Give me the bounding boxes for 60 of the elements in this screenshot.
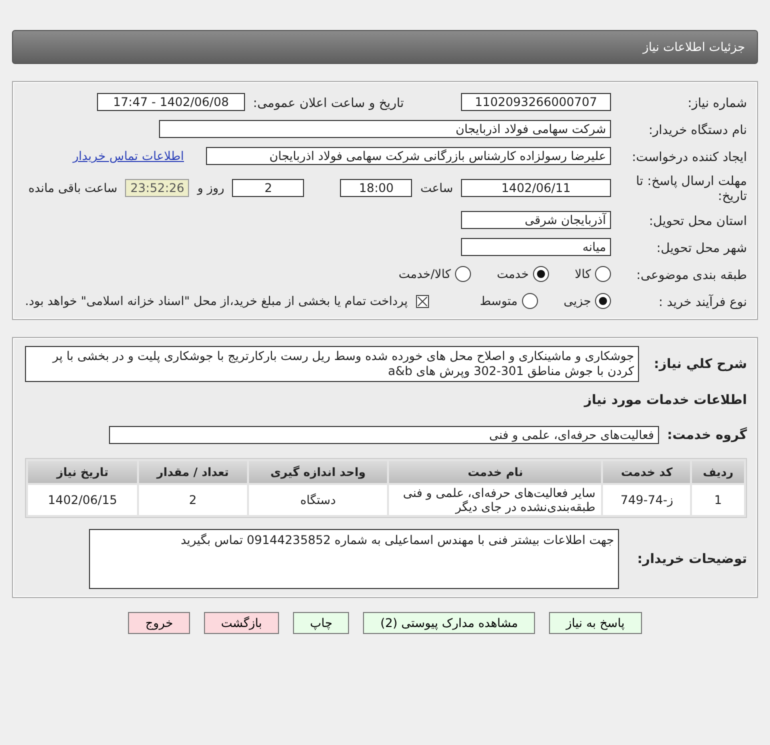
column-header: تاریخ نیاز [28, 461, 138, 483]
radio-label: خدمت [496, 267, 529, 281]
radio-button[interactable] [522, 293, 538, 309]
field-label: ایجاد کننده درخواست: [630, 148, 747, 164]
field-label: طبقه بندی موضوعی: [635, 266, 747, 282]
radio-button[interactable] [532, 266, 549, 282]
radio-label: کالا/خدمت [398, 267, 451, 281]
field-label: شماره نیاز: [686, 94, 747, 110]
action-button[interactable]: مشاهده مدارک پیوستی (2) [363, 612, 535, 634]
requester-field: علیرضا رسولزاده کارشناس بازرگانی شرکت سهامی فولاد اذربایجان [206, 147, 611, 165]
field-label: نام دستگاه خریدار: [648, 122, 747, 136]
deadline-time-field: 18:00 [340, 179, 412, 197]
days-label: روز و [197, 181, 224, 195]
time-label: ساعت [420, 181, 453, 195]
remaining-label: ساعت باقی مانده [28, 181, 118, 195]
field-label: شهر محل تحویل: [656, 240, 747, 254]
action-button[interactable]: بازگشت [204, 612, 279, 634]
field-label: توضیحات خریدار: [636, 552, 747, 566]
table-cell: 2 [139, 485, 247, 515]
field-label: تاریخ و ساعت اعلان عمومی: [253, 94, 405, 110]
action-button[interactable]: چاپ [293, 612, 350, 634]
action-button[interactable]: خروج [128, 612, 190, 634]
days-field: 2 [232, 179, 304, 197]
checkbox[interactable] [416, 294, 429, 308]
column-header: واحد اندازه گیری [248, 461, 388, 483]
radio-button[interactable] [595, 293, 611, 309]
need-number-field: 1102093266000707 [461, 93, 611, 111]
field-label: گروه خدمت: [667, 428, 747, 442]
column-header: نام خدمت [389, 461, 602, 483]
radio-button[interactable] [595, 266, 611, 282]
radio-label: جزیی [564, 294, 591, 308]
table-cell: 1402/06/15 [28, 485, 138, 515]
remaining-time-field: 23:52:26 [125, 179, 190, 197]
column-header: تعداد / مقدار [139, 461, 247, 483]
city-field: میانه [461, 238, 611, 256]
buyer-org-field: شرکت سهامی فولاد اذربایجان [159, 120, 611, 138]
service-group-field: فعالیت‌های حرفه‌ای، علمی و فنی [109, 426, 659, 444]
table-cell: دستگاه [248, 485, 388, 515]
column-header: ردیف [692, 461, 744, 483]
buyer-contact-link[interactable]: اطلاعات تماس خریدار [72, 149, 184, 163]
announce-date-field: 1402/06/08 - 17:47 [97, 93, 245, 111]
field-label: شرح کلي نياز: [652, 356, 747, 372]
field-label: مهلت ارسال پاسخ: تا تاریخ: [635, 173, 747, 203]
table-cell: سایر فعالیت‌های حرفه‌ای، علمی و فنی طبقه‌بندی‌نشده در جای دیگر [389, 485, 602, 515]
section-title: اطلاعات خدمات مورد نیاز [582, 393, 747, 408]
field-label: استان محل تحویل: [648, 212, 747, 228]
radio-button[interactable] [454, 266, 471, 282]
table-cell: 1 [692, 485, 744, 515]
radio-label: متوسط [480, 294, 518, 308]
radio-label: کالا [574, 267, 591, 281]
deadline-date-field: 1402/06/11 [461, 179, 611, 197]
payment-note: پرداخت تمام یا بخشی از مبلغ خرید،از محل "اسناد خزانه اسلامی" خواهد بود. [25, 294, 408, 308]
page-header: جزئیات اطلاعات نیاز [12, 30, 758, 64]
action-button[interactable]: پاسخ به نیاز [548, 612, 642, 634]
table-cell: ز-74-749 [603, 485, 690, 515]
summary-box: جوشکاری و ماشینکاری و اصلاح محل های خورده شده وسط ریل رست بارکارتریج با جوشکاری پلیت و در بخشی با پر کردن با جوش مناطق 301-302 وپرش های a&b [25, 346, 639, 382]
field-label: نوع فرآیند خرید : [658, 294, 747, 308]
province-field: آذربایجان شرقی [461, 211, 611, 229]
column-header: کد خدمت [603, 461, 690, 483]
buyer-notes-box: جهت اطلاعات بیشتر فنی با مهندس اسماعیلی به شماره 09144235852 تماس بگیرید [89, 529, 619, 589]
